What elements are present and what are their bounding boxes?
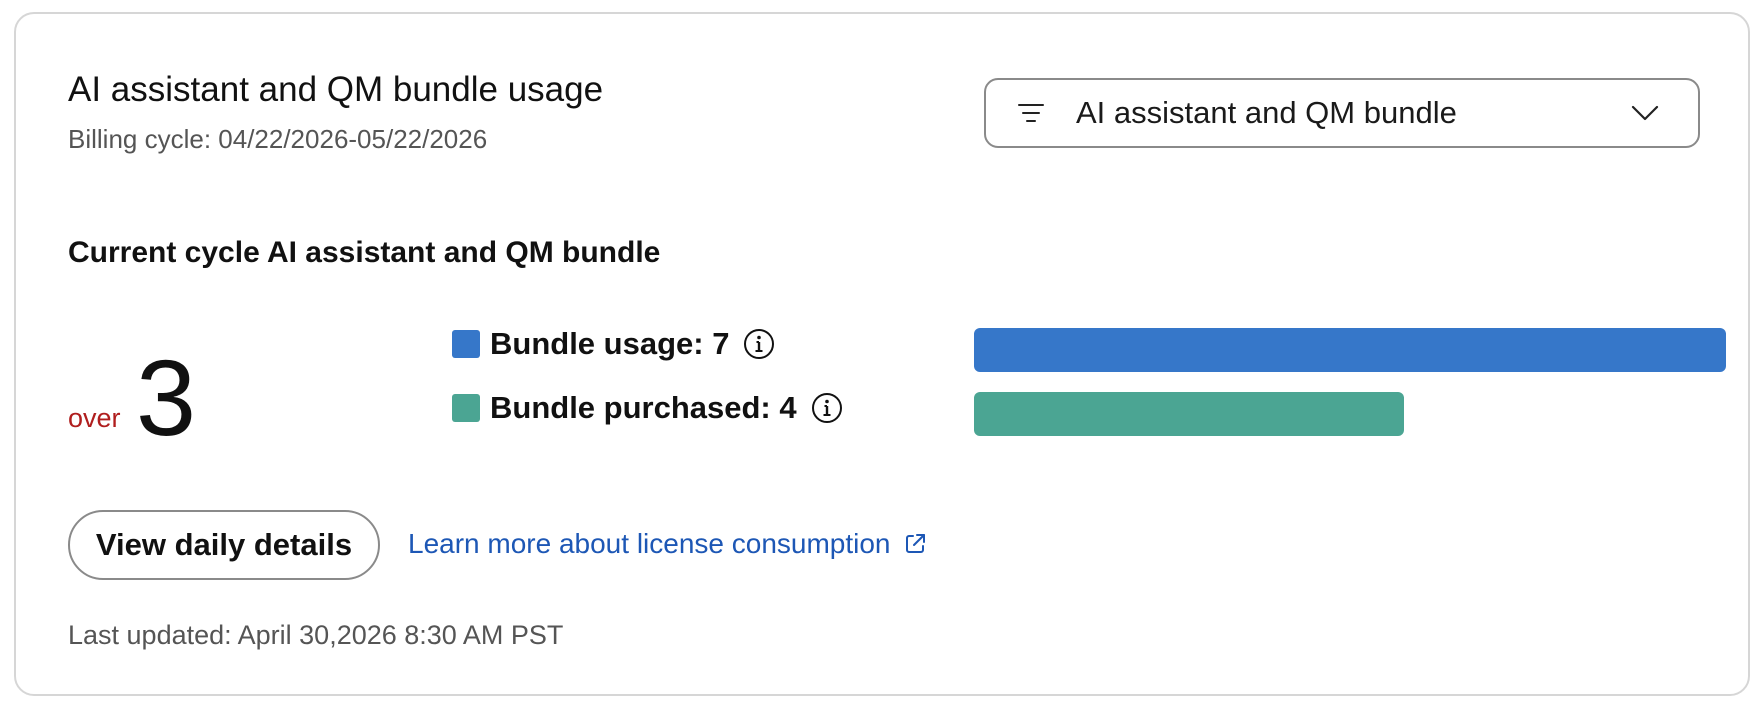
bundle-usage-bar	[974, 328, 1726, 372]
bundle-filter-dropdown[interactable]: AI assistant and QM bundle	[984, 78, 1700, 148]
purchased-bar-track	[974, 392, 1726, 436]
purchased-label: Bundle purchased: 4	[490, 390, 797, 425]
dropdown-selected-value: AI assistant and QM bundle	[1076, 95, 1457, 130]
card-title: AI assistant and QM bundle usage	[68, 70, 604, 109]
last-updated: Last updated: April 30,2026 8:30 AM PST	[68, 620, 564, 650]
info-icon[interactable]	[743, 328, 775, 360]
usage-bar-track	[974, 328, 1726, 372]
purchased-swatch	[452, 394, 480, 422]
legend-bundle-usage: Bundle usage: 7	[452, 326, 775, 362]
chevron-down-icon	[1630, 103, 1660, 123]
over-value: 3	[136, 337, 197, 458]
view-daily-details-button[interactable]: View daily details	[68, 510, 380, 580]
info-icon[interactable]	[811, 392, 843, 424]
section-title: Current cycle AI assistant and QM bundle	[68, 236, 661, 269]
billing-cycle: Billing cycle: 04/22/2026-05/22/2026	[68, 124, 488, 154]
bundle-purchased-bar	[974, 392, 1404, 436]
learn-more-label: Learn more about license consumption	[408, 528, 891, 559]
filter-icon	[1016, 100, 1046, 126]
external-link-icon	[903, 532, 927, 556]
usage-swatch	[452, 330, 480, 358]
learn-more-link[interactable]: Learn more about license consumption	[408, 528, 927, 560]
usage-label: Bundle usage: 7	[490, 326, 730, 361]
over-label: over	[68, 403, 121, 433]
usage-card: AI assistant and QM bundle usage Billing…	[14, 12, 1750, 696]
legend-bundle-purchased: Bundle purchased: 4	[452, 390, 843, 426]
